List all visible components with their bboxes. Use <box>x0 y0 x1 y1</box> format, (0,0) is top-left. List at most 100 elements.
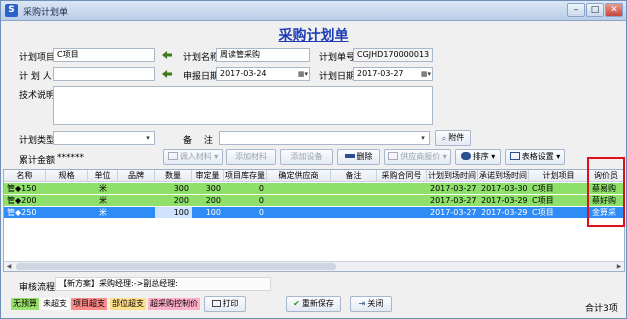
cell-spec[interactable] <box>46 195 88 206</box>
total-count: 合计3项 <box>585 304 618 314</box>
minimize-button[interactable]: – <box>567 3 585 17</box>
cell-approved[interactable]: 200 <box>192 195 224 206</box>
attach-label: 附件 <box>448 133 465 142</box>
cell-remark[interactable] <box>331 207 377 218</box>
cell-plan-arrival[interactable]: 2017-03-27 <box>427 207 478 218</box>
cell-qty[interactable]: 100 <box>155 207 192 218</box>
chevron-down-icon[interactable]: ▾ <box>142 132 154 144</box>
report-date-field[interactable]: 2017-03-24 ▦▾ <box>216 67 310 81</box>
table-settings-button[interactable]: 表格设置 ▾ <box>505 149 565 165</box>
cell-unit[interactable]: 米 <box>88 207 118 218</box>
close-window-button[interactable]: ✕ <box>605 3 623 17</box>
delete-label: 删除 <box>356 152 373 161</box>
cell-promise-arrival[interactable]: 2017-03-29 <box>478 195 529 206</box>
cell-name[interactable]: 管◆200 <box>4 195 46 206</box>
col-header-stock[interactable]: 项目库存量 <box>224 170 267 182</box>
cell-approved[interactable]: 300 <box>192 183 224 194</box>
delete-button[interactable]: 删除 <box>337 149 380 165</box>
cell-brand[interactable] <box>118 207 155 218</box>
cell-unit[interactable]: 米 <box>88 195 118 206</box>
col-header-brand[interactable]: 品牌 <box>118 170 155 182</box>
col-header-qty[interactable]: 数量 <box>155 170 192 182</box>
cell-supplier[interactable] <box>267 207 331 218</box>
scroll-thumb[interactable] <box>16 263 336 270</box>
window-title: 采购计划单 <box>23 8 69 18</box>
supplier-price-button[interactable]: 供应商报价 ▾ <box>384 149 451 165</box>
cell-project[interactable]: C项目 <box>529 195 589 206</box>
col-header-supplier[interactable]: 确定供应商 <box>267 170 331 182</box>
cell-project[interactable]: C项目 <box>529 207 589 218</box>
col-header-approved[interactable]: 审定量 <box>192 170 224 182</box>
resave-button[interactable]: ✔ 重新保存 <box>286 296 341 312</box>
table-row[interactable]: 管◆200 米 200 200 0 2017-03-27 2017-03-29 C项目 蔡好购 <box>4 195 624 206</box>
approval-label: 审核流程 <box>19 283 56 293</box>
resave-label: 重新保存 <box>301 299 334 308</box>
chevron-down-icon[interactable]: ▾ <box>417 132 429 144</box>
add-material-button[interactable]: 添加材料 <box>226 149 276 165</box>
cell-promise-arrival[interactable]: 2017-03-29 <box>478 207 529 218</box>
cell-qty[interactable]: 300 <box>155 183 192 194</box>
cell-name[interactable]: 管◆250 <box>4 207 46 218</box>
cell-supplier[interactable] <box>267 183 331 194</box>
project-field[interactable]: C项目 <box>53 48 155 62</box>
cell-stock[interactable]: 0 <box>224 195 267 206</box>
col-header-name[interactable]: 名称 <box>4 170 46 182</box>
cell-spec[interactable] <box>46 183 88 194</box>
cell-plan-arrival[interactable]: 2017-03-27 <box>427 195 478 206</box>
cell-spec[interactable] <box>46 207 88 218</box>
cell-approved[interactable]: 100 <box>192 207 224 218</box>
cell-project[interactable]: C项目 <box>529 183 589 194</box>
add-equipment-button[interactable]: 添加设备 <box>280 149 333 165</box>
table-row[interactable]: 管◆150 米 300 300 0 2017-03-27 2017-03-30 C项目 蔡易购 <box>4 183 624 194</box>
col-header-plan-arrival[interactable]: 计划到场时间 <box>427 170 478 182</box>
calendar-dropdown-icon[interactable]: ▦▾ <box>420 68 432 80</box>
maximize-button[interactable]: □ <box>586 3 604 17</box>
sort-button[interactable]: 排序 ▾ <box>455 149 501 165</box>
cell-remark[interactable] <box>331 195 377 206</box>
cell-stock[interactable]: 0 <box>224 207 267 218</box>
cell-qty[interactable]: 200 <box>155 195 192 206</box>
remark-select[interactable]: ▾ <box>219 131 430 145</box>
planner-field[interactable] <box>53 67 155 81</box>
cell-unit[interactable]: 米 <box>88 183 118 194</box>
cell-plan-arrival[interactable]: 2017-03-27 <box>427 183 478 194</box>
cell-promise-arrival[interactable]: 2017-03-30 <box>478 183 529 194</box>
cell-contract[interactable] <box>377 183 427 194</box>
calendar-dropdown-icon[interactable]: ▦▾ <box>297 68 309 80</box>
col-header-contract[interactable]: 采购合同号 <box>377 170 427 182</box>
select-arrow-icon[interactable] <box>161 69 173 79</box>
col-header-unit[interactable]: 单位 <box>88 170 118 182</box>
cell-contract[interactable] <box>377 195 427 206</box>
cell-supplier[interactable] <box>267 195 331 206</box>
select-arrow-icon[interactable] <box>161 50 173 60</box>
attach-button[interactable]: ⌕ 附件 <box>435 130 471 146</box>
col-header-project[interactable]: 计划项目 <box>529 170 589 182</box>
col-header-remark[interactable]: 备注 <box>331 170 377 182</box>
plan-date-field[interactable]: 2017-03-27 ▦▾ <box>353 67 433 81</box>
import-material-button[interactable]: 调入材料 ▾ <box>163 149 223 165</box>
cell-brand[interactable] <box>118 195 155 206</box>
scroll-right-icon[interactable]: ▶ <box>614 262 624 271</box>
plan-name-field[interactable]: 周读管采购 <box>216 48 310 62</box>
cell-contract[interactable] <box>377 207 427 218</box>
title-bar: S 采购计划单 – □ ✕ <box>1 1 626 21</box>
total-label: 累计金额 <box>19 156 56 166</box>
col-header-promise-arrival[interactable]: 承诺到场时间 <box>478 170 529 182</box>
cell-stock[interactable]: 0 <box>224 183 267 194</box>
horizontal-scrollbar[interactable]: ◀ ▶ <box>4 261 624 271</box>
close-button[interactable]: ⇥ 关闭 <box>350 296 392 312</box>
plan-date-label: 计划日期 <box>319 72 356 82</box>
print-button[interactable]: 打印 <box>204 296 246 312</box>
cell-name[interactable]: 管◆150 <box>4 183 46 194</box>
tech-textarea[interactable] <box>53 86 433 125</box>
inquirer-highlight-box <box>587 157 625 227</box>
type-select[interactable]: ▾ <box>53 131 155 145</box>
material-grid[interactable]: 名称 规格 单位 品牌 数量 审定量 项目库存量 确定供应商 备注 采购合同号 … <box>3 169 625 272</box>
scroll-left-icon[interactable]: ◀ <box>4 262 14 271</box>
cell-brand[interactable] <box>118 183 155 194</box>
table-row[interactable]: 管◆250 米 100 100 0 2017-03-27 2017-03-29 C项目 金算采 <box>4 207 624 218</box>
minus-icon <box>344 154 355 158</box>
col-header-spec[interactable]: 规格 <box>46 170 88 182</box>
cell-remark[interactable] <box>331 183 377 194</box>
total-value: ****** <box>57 153 84 163</box>
